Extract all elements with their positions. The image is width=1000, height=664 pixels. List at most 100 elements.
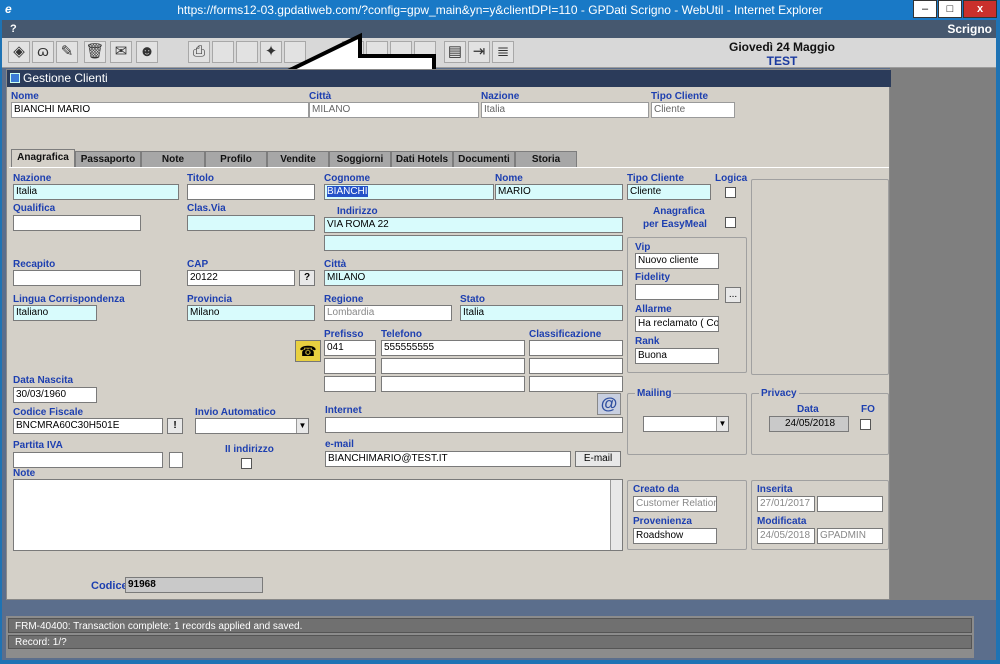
tab-profilo[interactable]: Profilo xyxy=(205,151,267,167)
prefisso-field-3[interactable] xyxy=(324,376,376,392)
cognome-field[interactable]: BIANCHI xyxy=(324,184,494,200)
mail-icon[interactable]: ✉ xyxy=(110,41,132,63)
data-nascita-field[interactable]: 30/03/1960 xyxy=(13,387,97,403)
cognome-label: Cognome xyxy=(324,173,371,184)
at-email-icon[interactable]: @ xyxy=(597,393,621,415)
cap-lookup-button[interactable]: ? xyxy=(299,270,315,286)
recapito-field[interactable] xyxy=(13,270,141,286)
document-icon[interactable]: ▤ xyxy=(444,41,466,63)
toolbar-slot-1[interactable] xyxy=(212,41,234,63)
email-field[interactable]: BIANCHIMARIO@TEST.IT xyxy=(325,451,571,467)
telefono-field-2[interactable] xyxy=(381,358,525,374)
classificazione-field-2[interactable] xyxy=(529,358,623,374)
status-bar: FRM-40400: Transaction complete: 1 recor… xyxy=(6,616,974,658)
client-map-icon[interactable]: ✦ xyxy=(260,41,282,63)
phone-icon[interactable]: ☎ xyxy=(295,340,321,362)
fidelity-lookup-button[interactable]: ... xyxy=(725,287,741,303)
tab-vendite[interactable]: Vendite xyxy=(267,151,329,167)
tipo-cliente-field[interactable]: Cliente xyxy=(627,184,711,200)
logica-checkbox[interactable] xyxy=(725,187,736,198)
search-tipo-field[interactable]: Cliente xyxy=(651,102,735,118)
tab-documenti[interactable]: Documenti xyxy=(453,151,515,167)
help-menu[interactable]: ? xyxy=(10,23,17,35)
search-glasses-icon[interactable]: ɷ xyxy=(32,41,54,63)
close-window-button[interactable]: x xyxy=(963,0,997,18)
record-indicator: Record: 1/? xyxy=(8,635,972,649)
print-icon[interactable]: ⎙ xyxy=(188,41,210,63)
citta-field[interactable]: MILANO xyxy=(324,270,623,286)
partita-iva-extra-field[interactable] xyxy=(169,452,183,468)
provincia-field[interactable]: Milano xyxy=(187,305,315,321)
delete-icon[interactable]: 🗑 xyxy=(84,41,106,63)
allarme-field[interactable]: Ha reclamato ( Cor xyxy=(635,316,719,332)
inserita-user-field[interactable] xyxy=(817,496,883,512)
codice-fiscale-check-button[interactable]: ! xyxy=(167,418,183,434)
list-icon[interactable]: ≣ xyxy=(492,41,514,63)
codice-fiscale-field[interactable]: BNCMRA60C30H501E xyxy=(13,418,163,434)
mailing-select[interactable]: ▼ xyxy=(643,416,729,432)
toolbar-slot-2[interactable] xyxy=(236,41,258,63)
chevron-down-icon[interactable]: ▼ xyxy=(296,419,308,433)
creato-field[interactable]: Customer Relation xyxy=(633,496,717,512)
fidelity-field[interactable] xyxy=(635,284,719,300)
tab-dati-hotels[interactable]: Dati Hotels xyxy=(391,151,453,167)
nome-field[interactable]: MARIO xyxy=(495,184,623,200)
save-icon[interactable]: ◈ xyxy=(8,41,30,63)
app-name: Scrigno xyxy=(947,22,992,36)
clasvia-field[interactable] xyxy=(187,215,315,231)
modificata-date-field[interactable]: 24/05/2018 xyxy=(757,528,815,544)
vip-field[interactable]: Nuovo cliente xyxy=(635,253,719,269)
titolo-field[interactable] xyxy=(187,184,315,200)
telefono-field-3[interactable] xyxy=(381,376,525,392)
user-icon[interactable]: ☻ xyxy=(136,41,158,63)
right-grey-panel xyxy=(890,68,996,600)
lingua-field[interactable]: Italiano xyxy=(13,305,97,321)
cap-field[interactable]: 20122 xyxy=(187,270,295,286)
maximize-button[interactable]: □ xyxy=(938,0,962,18)
edit-icon[interactable]: ✎ xyxy=(56,41,78,63)
modificata-user-field[interactable]: GPADMIN xyxy=(817,528,883,544)
note-textarea[interactable] xyxy=(13,479,623,551)
indirizzo-field-2[interactable] xyxy=(324,235,623,251)
client-form: Gestione Clienti Nome BIANCHI MARIO Citt… xyxy=(6,69,891,600)
note-scrollbar[interactable] xyxy=(610,480,622,550)
exit-icon[interactable]: ⇥ xyxy=(468,41,490,63)
tab-soggiorni[interactable]: Soggiorni xyxy=(329,151,391,167)
partita-iva-field[interactable] xyxy=(13,452,163,468)
nazione-field[interactable]: Italia xyxy=(13,184,179,200)
tab-anagrafica[interactable]: Anagrafica xyxy=(11,149,75,167)
rank-field[interactable]: Buona xyxy=(635,348,719,364)
prefisso-field-1[interactable]: 041 xyxy=(324,340,376,356)
tab-note[interactable]: Note xyxy=(141,151,205,167)
email-send-button[interactable]: E-mail xyxy=(575,451,621,467)
privacy-fo-checkbox[interactable] xyxy=(860,419,871,430)
search-nazione-field[interactable]: Italia xyxy=(481,102,649,118)
classificazione-label: Classificazione xyxy=(529,329,602,340)
classificazione-field-3[interactable] xyxy=(529,376,623,392)
internet-label: Internet xyxy=(325,405,362,416)
inserita-date-field[interactable]: 27/01/2017 xyxy=(757,496,815,512)
minimize-button[interactable]: – xyxy=(913,0,937,18)
invio-automatico-select[interactable]: ▼ xyxy=(195,418,309,434)
provenienza-field[interactable]: Roadshow xyxy=(633,528,717,544)
form-title: Gestione Clienti xyxy=(7,70,891,87)
lingua-label: Lingua Corrispondenza xyxy=(13,294,125,305)
toolbar: ◈ ɷ ✎ 🗑 ✉ ☻ ⎙ ✦ ▤ ⇥ ≣ Giovedì 24 Maggio … xyxy=(2,38,996,68)
internet-field[interactable] xyxy=(325,417,623,433)
tab-passaporto[interactable]: Passaporto xyxy=(75,151,141,167)
chevron-down-icon[interactable]: ▼ xyxy=(716,417,728,431)
indirizzo-field-1[interactable]: VIA ROMA 22 xyxy=(324,217,623,233)
classificazione-field-1[interactable] xyxy=(529,340,623,356)
stato-field[interactable]: Italia xyxy=(460,305,623,321)
easymeal-checkbox[interactable] xyxy=(725,217,736,228)
search-nome-field[interactable]: BIANCHI MARIO xyxy=(11,102,309,118)
ii-indirizzo-checkbox[interactable] xyxy=(241,458,252,469)
qualifica-field[interactable] xyxy=(13,215,141,231)
prefisso-field-2[interactable] xyxy=(324,358,376,374)
telefono-field-1[interactable]: 555555555 xyxy=(381,340,525,356)
privacy-date-field[interactable]: 24/05/2018 xyxy=(769,416,849,432)
regione-field[interactable]: Lombardia xyxy=(324,305,452,321)
tab-storia[interactable]: Storia xyxy=(515,151,577,167)
search-citta-field[interactable]: MILANO xyxy=(309,102,479,118)
privacy-label: Privacy xyxy=(759,388,799,399)
